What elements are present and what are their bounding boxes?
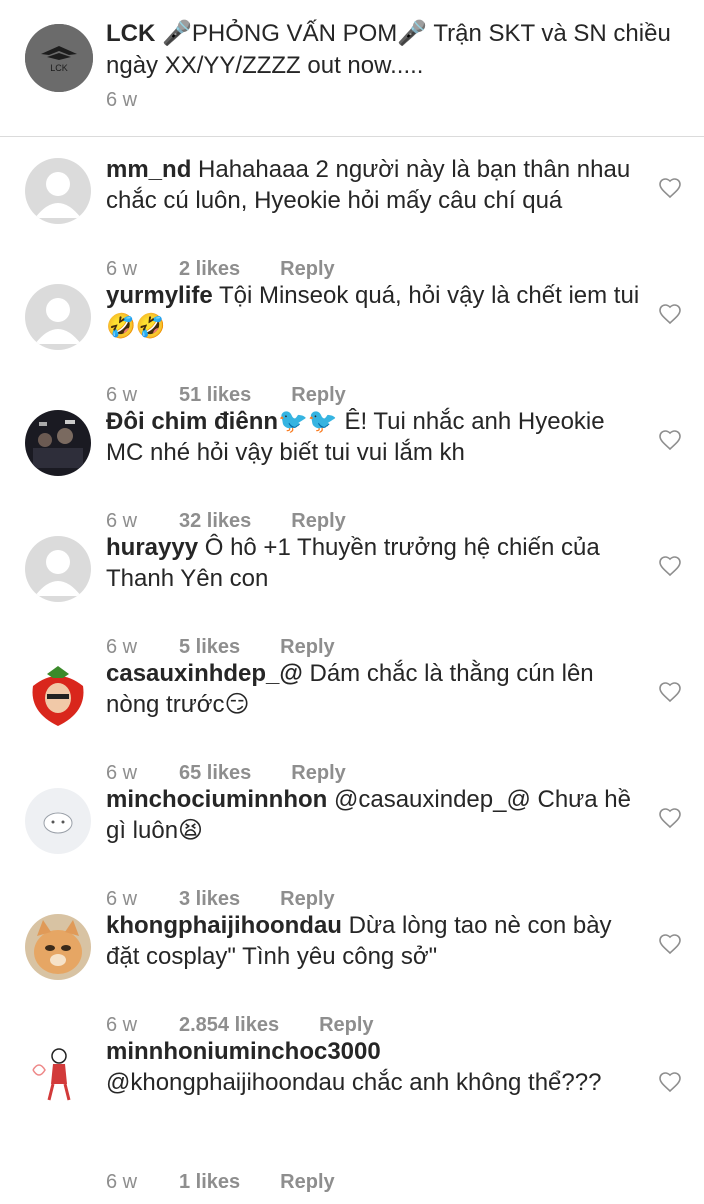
comment-row: Đôi chim điênn🐦🐦 Ê! Tui nhắc anh Hyeokie… [0, 394, 704, 532]
comment-username[interactable]: khongphaijihoondau [106, 912, 342, 939]
comment-row: minnhoniuminchoc3000 @khongphaijihoondau … [0, 1024, 704, 1193]
comment-username[interactable]: yurmylife [106, 282, 213, 309]
comment-likes[interactable]: 1 likes [179, 1171, 240, 1194]
comment-row: minchociuminnhon @casauxindep_@ Chưa hề … [0, 772, 704, 910]
comment-text: hurayyy Ô hô +1 Thuyền trưởng hệ chiến c… [106, 532, 646, 594]
comment-text: yurmylife Tội Minseok quá, hỏi vậy là ch… [106, 280, 646, 342]
lck-logo-icon: LCK [25, 24, 93, 92]
comment-text: Đôi chim điênn🐦🐦 Ê! Tui nhắc anh Hyeokie… [106, 406, 646, 468]
comment-username[interactable]: mm_nd [106, 156, 191, 183]
caption-username[interactable]: LCK [106, 20, 155, 47]
comment-row: khongphaijihoondau Dừa lòng tao nè con b… [0, 898, 704, 1036]
like-heart-icon[interactable] [658, 176, 682, 200]
comment-meta: 6 w 1 likes Reply [106, 1171, 335, 1194]
comment-username[interactable]: casauxinhdep_@ [106, 660, 303, 687]
comment-text: casauxinhdep_@ Dám chắc là thằng cún lên… [106, 658, 646, 720]
comment-username[interactable]: hurayyy [106, 534, 198, 561]
comment-row: mm_nd Hahahaaa 2 người này là bạn thân n… [0, 142, 704, 280]
comment-avatar[interactable] [25, 410, 91, 476]
comment-avatar[interactable] [25, 788, 91, 854]
comment-row: casauxinhdep_@ Dám chắc là thằng cún lên… [0, 646, 704, 784]
post-caption: LCK LCK 🎤PHỎNG VẤN POM🎤 Trận SKT và SN c… [0, 0, 704, 137]
comment-username[interactable]: minchociuminnhon [106, 786, 327, 813]
comment-text: minchociuminnhon @casauxindep_@ Chưa hề … [106, 784, 646, 846]
caption-body: 🎤PHỎNG VẤN POM🎤 Trận SKT và SN chiều ngà… [106, 20, 671, 79]
comment-row: hurayyy Ô hô +1 Thuyền trưởng hệ chiến c… [0, 520, 704, 658]
comment-text: minnhoniuminchoc3000 @khongphaijihoondau … [106, 1036, 646, 1098]
comment-time: 6 w [106, 1171, 138, 1193]
svg-text:LCK: LCK [50, 63, 68, 73]
comment-avatar[interactable] [25, 662, 91, 728]
lck-avatar[interactable]: LCK [25, 24, 93, 92]
like-heart-icon[interactable] [658, 428, 682, 452]
comment-username[interactable]: minnhoniuminchoc3000 [106, 1038, 381, 1065]
like-heart-icon[interactable] [658, 1070, 682, 1094]
comment-avatar[interactable] [25, 158, 91, 224]
like-heart-icon[interactable] [658, 554, 682, 578]
like-heart-icon[interactable] [658, 302, 682, 326]
like-heart-icon[interactable] [658, 806, 682, 830]
comment-text: khongphaijihoondau Dừa lòng tao nè con b… [106, 910, 646, 972]
comment-avatar[interactable] [25, 536, 91, 602]
reply-button[interactable]: Reply [280, 1171, 334, 1194]
like-heart-icon[interactable] [658, 932, 682, 956]
caption-text: LCK 🎤PHỎNG VẤN POM🎤 Trận SKT và SN chiều… [106, 18, 696, 82]
comment-body: @khongphaijihoondau chắc anh không thể??… [106, 1069, 602, 1096]
comment-text: mm_nd Hahahaaa 2 người này là bạn thân n… [106, 154, 646, 216]
comment-username[interactable]: Đôi chim điênn🐦🐦 [106, 408, 338, 435]
comment-row: yurmylife Tội Minseok quá, hỏi vậy là ch… [0, 268, 704, 406]
comment-avatar[interactable] [25, 914, 91, 980]
comment-avatar[interactable] [25, 1040, 91, 1106]
caption-time: 6 w [106, 89, 138, 111]
comment-avatar[interactable] [25, 284, 91, 350]
like-heart-icon[interactable] [658, 680, 682, 704]
